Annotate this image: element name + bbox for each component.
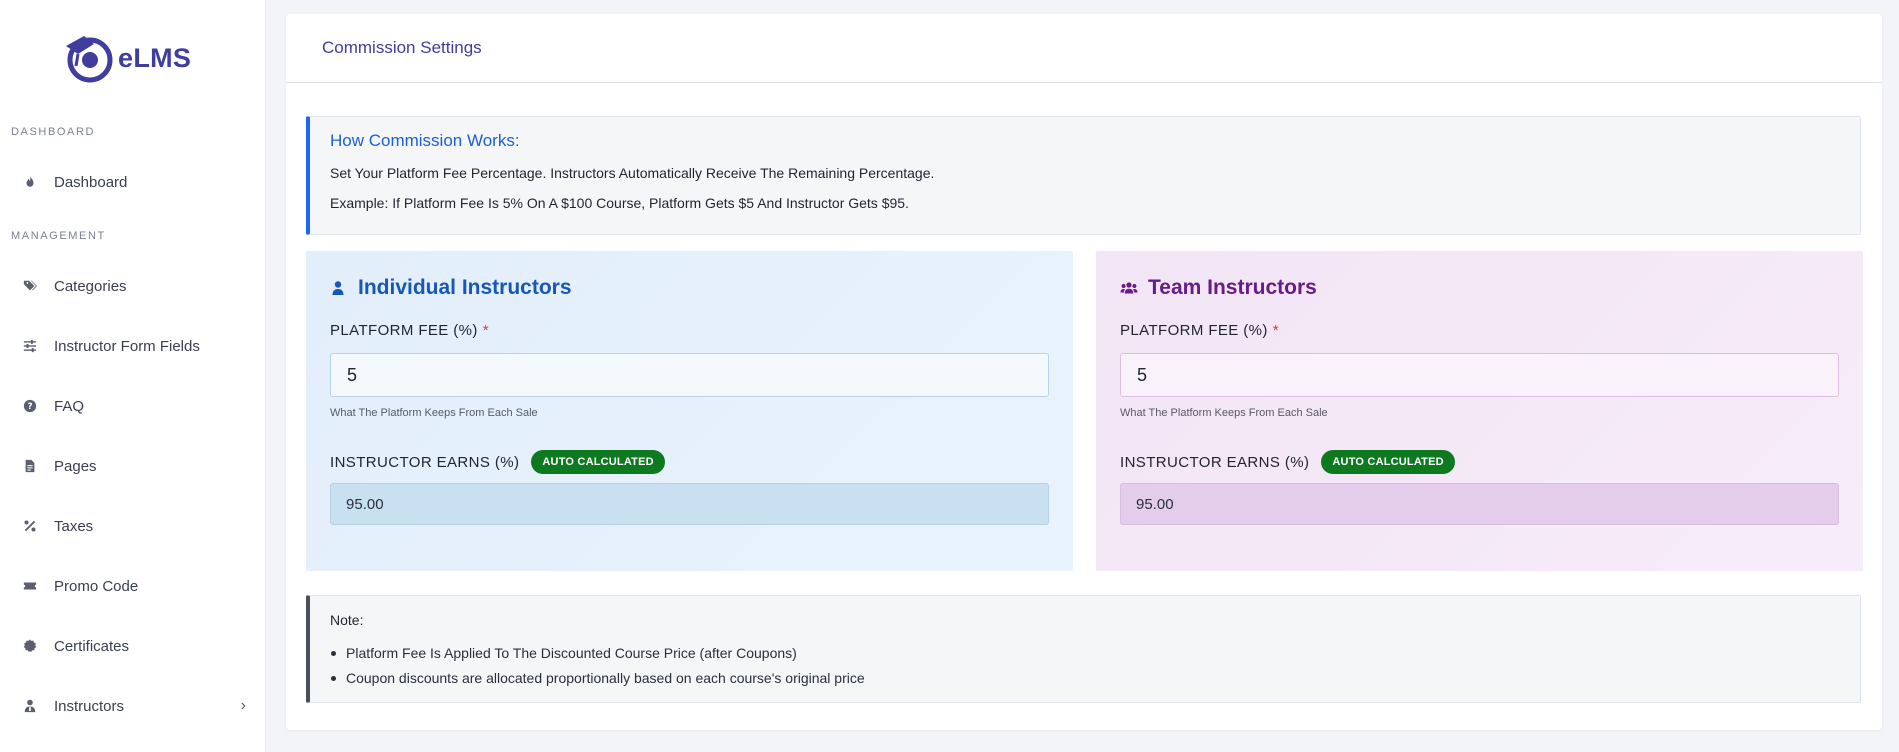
user-tie-icon: [22, 698, 38, 714]
required-marker: *: [1272, 321, 1280, 339]
brand-name: eLMS: [118, 42, 192, 73]
sidebar-item-label: Taxes: [54, 517, 94, 535]
sidebar: eLMS DASHBOARD Dashboard MANAGEMENT Cate…: [0, 0, 266, 752]
certificate-icon: [22, 638, 38, 654]
individual-instructors-panel: Individual Instructors PLATFORM FEE (%) …: [306, 251, 1073, 571]
list-item: Platform Fee Is Applied To The Discounte…: [330, 645, 1840, 661]
sidebar-item-instructor-form-fields[interactable]: Instructor Form Fields: [0, 326, 266, 366]
chevron-right-icon: ›: [240, 697, 246, 714]
question-circle-icon: ?: [22, 398, 38, 414]
list-item: Coupon discounts are allocated proportio…: [330, 670, 1840, 686]
sidebar-item-pages[interactable]: Pages: [0, 446, 266, 486]
sidebar-item-label: Categories: [54, 277, 127, 295]
sidebar-item-label: Certificates: [54, 637, 130, 655]
menu-heading-dashboard: DASHBOARD: [11, 126, 96, 138]
menu-heading-management: MANAGEMENT: [11, 230, 106, 242]
fire-icon: [22, 174, 38, 190]
panel-title: Individual Instructors: [358, 276, 572, 299]
platform-fee-label: PLATFORM FEE (%) *: [330, 319, 1049, 341]
sidebar-item-faq[interactable]: ? FAQ: [0, 386, 266, 426]
required-marker: *: [482, 321, 490, 339]
auto-calculated-badge: AUTO CALCULATED: [531, 450, 665, 474]
team-platform-fee-input[interactable]: [1120, 353, 1839, 397]
panel-header: Individual Instructors: [330, 275, 1049, 301]
info-example: Example: If Platform Fee Is 5% On A $100…: [330, 195, 909, 211]
info-description: Set Your Platform Fee Percentage. Instru…: [330, 165, 935, 181]
tags-icon: [22, 278, 38, 294]
instructor-earns-label: INSTRUCTOR EARNS (%): [330, 453, 520, 471]
commission-info-box: How Commission Works: Set Your Platform …: [306, 116, 1861, 235]
instructor-earns-label: INSTRUCTOR EARNS (%): [1120, 453, 1310, 471]
percent-icon: [22, 518, 38, 534]
sidebar-item-promo-code[interactable]: Promo Code: [0, 566, 266, 606]
sidebar-item-certificates[interactable]: Certificates: [0, 626, 266, 666]
sidebar-item-dashboard[interactable]: Dashboard: [0, 162, 266, 202]
sidebar-item-label: FAQ: [54, 397, 85, 415]
sidebar-item-label: Dashboard: [54, 173, 128, 191]
instructor-earns-row: INSTRUCTOR EARNS (%) AUTO CALCULATED: [1120, 449, 1839, 475]
auto-calculated-badge: AUTO CALCULATED: [1321, 450, 1455, 474]
sidebar-item-taxes[interactable]: Taxes: [0, 506, 266, 546]
ticket-icon: [22, 578, 38, 594]
platform-fee-label-text: PLATFORM FEE (%): [330, 321, 478, 339]
sidebar-item-label: Pages: [54, 457, 97, 475]
sidebar-item-instructors[interactable]: Instructors ›: [0, 686, 266, 726]
page-title: Commission Settings: [322, 38, 482, 57]
individual-platform-fee-input[interactable]: [330, 353, 1049, 397]
elms-logo-icon: [66, 36, 113, 83]
sidebar-item-label: Promo Code: [54, 577, 139, 595]
note-list: Platform Fee Is Applied To The Discounte…: [330, 645, 1840, 686]
team-instructors-panel: Team Instructors PLATFORM FEE (%) * What…: [1096, 251, 1863, 571]
card-header: Commission Settings: [286, 14, 1882, 83]
file-icon: [22, 458, 38, 474]
info-title: How Commission Works:: [330, 131, 520, 150]
sliders-icon: [22, 338, 38, 354]
svg-text:?: ?: [27, 402, 32, 412]
instructor-earns-row: INSTRUCTOR EARNS (%) AUTO CALCULATED: [330, 449, 1049, 475]
commission-settings-card: Commission Settings How Commission Works…: [286, 14, 1882, 730]
platform-fee-hint: What The Platform Keeps From Each Sale: [330, 407, 538, 419]
team-instructor-earns-value: 95.00: [1120, 483, 1839, 525]
sidebar-item-categories[interactable]: Categories: [0, 266, 266, 306]
panel-title: Team Instructors: [1148, 276, 1317, 299]
users-icon: [1120, 279, 1138, 297]
sidebar-item-label: Instructor Form Fields: [54, 337, 200, 355]
platform-fee-label: PLATFORM FEE (%) *: [1120, 319, 1839, 341]
note-box: Note: Platform Fee Is Applied To The Dis…: [306, 595, 1861, 703]
platform-fee-hint: What The Platform Keeps From Each Sale: [1120, 407, 1328, 419]
note-title: Note:: [330, 612, 364, 628]
user-icon: [330, 279, 348, 297]
panel-header: Team Instructors: [1120, 275, 1839, 301]
platform-fee-label-text: PLATFORM FEE (%): [1120, 321, 1268, 339]
sidebar-item-label: Instructors: [54, 697, 125, 715]
individual-instructor-earns-value: 95.00: [330, 483, 1049, 525]
brand-logo[interactable]: eLMS: [60, 32, 191, 84]
